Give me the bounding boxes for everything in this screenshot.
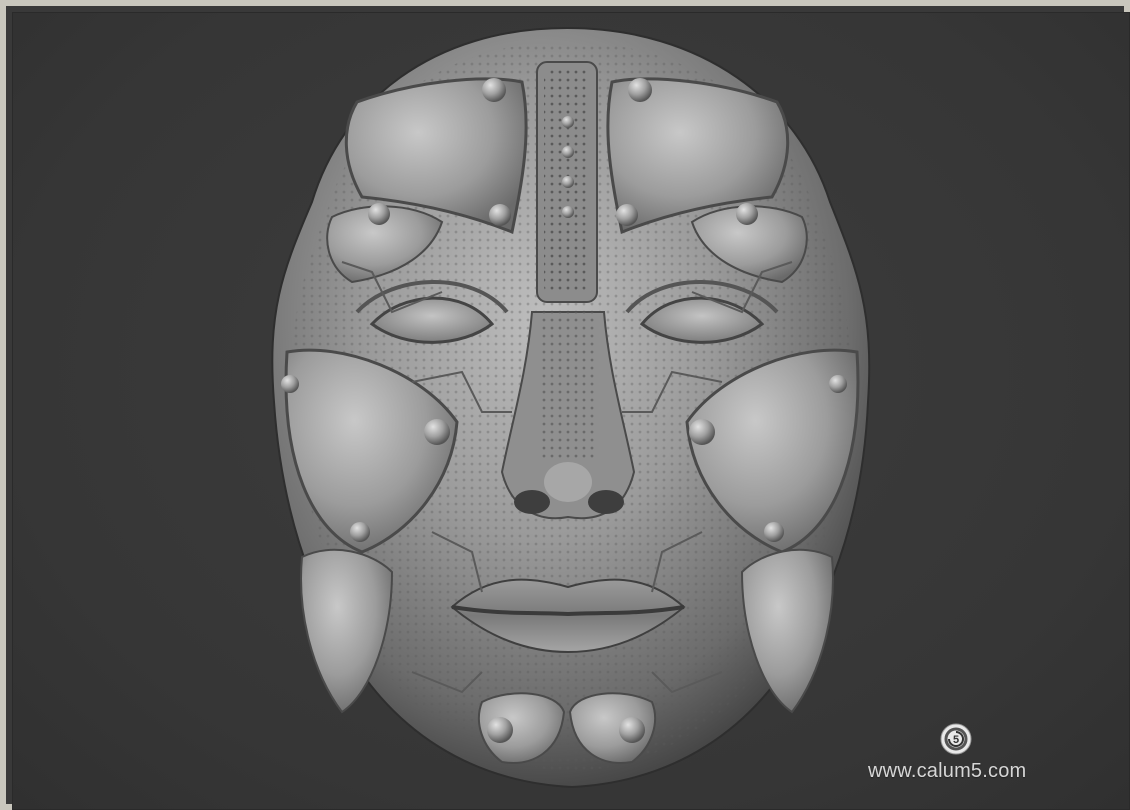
render-viewport: 5 www.calum5.com [12,12,1130,810]
watermark: 5 www.calum5.com [868,722,1048,792]
sculpted-mask-image [271,26,871,789]
svg-text:5: 5 [953,734,959,746]
calum5-logo-icon: 5 [940,723,972,755]
watermark-url: www.calum5.com [868,760,1027,782]
image-frame: 5 www.calum5.com [0,0,1130,810]
